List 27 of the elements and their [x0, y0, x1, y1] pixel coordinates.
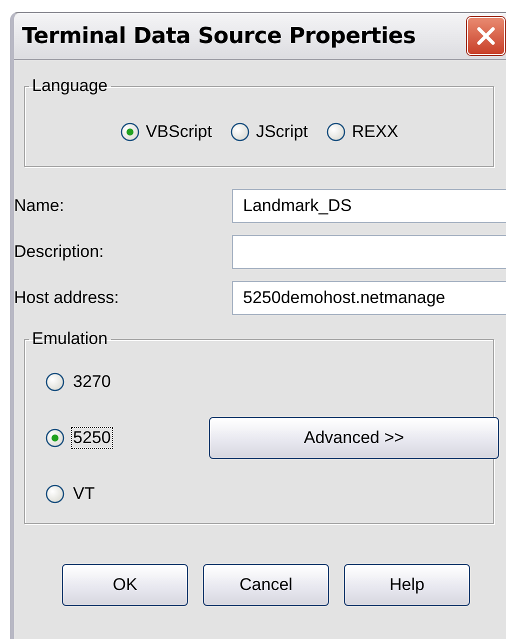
radio-button[interactable]	[45, 484, 65, 504]
close-button[interactable]	[467, 17, 505, 55]
group-title: Emulation	[31, 329, 109, 349]
advanced-button[interactable]: Advanced >>	[209, 417, 499, 459]
radio-label: JScript	[256, 122, 308, 142]
radio-label: REXX	[352, 122, 398, 142]
radio-label: VT	[72, 483, 96, 505]
radio-button[interactable]	[45, 372, 65, 392]
radio-label: 3270	[72, 371, 112, 393]
field-label: Name:	[14, 196, 66, 216]
input-field[interactable]: Landmark_DS	[232, 189, 506, 223]
field-label: Host address:	[14, 288, 120, 308]
radio-button[interactable]	[326, 122, 346, 142]
group-title: Language	[31, 76, 109, 96]
close-icon	[476, 26, 496, 46]
window-title: Terminal Data Source Properties	[22, 24, 416, 48]
radio-label: VBScript	[146, 122, 212, 142]
radio-button[interactable]	[230, 122, 250, 142]
input-field[interactable]: 5250demohost.netmanage	[232, 281, 506, 315]
field-label: Description:	[14, 242, 105, 262]
input-field[interactable]	[232, 235, 506, 269]
dialog-button[interactable]: Cancel	[203, 564, 329, 606]
dialog-button[interactable]: OK	[62, 564, 188, 606]
dialog-button[interactable]: Help	[344, 564, 470, 606]
radio-button[interactable]	[45, 428, 65, 448]
radio-label: 5250	[71, 427, 113, 449]
radio-button[interactable]	[120, 122, 140, 142]
